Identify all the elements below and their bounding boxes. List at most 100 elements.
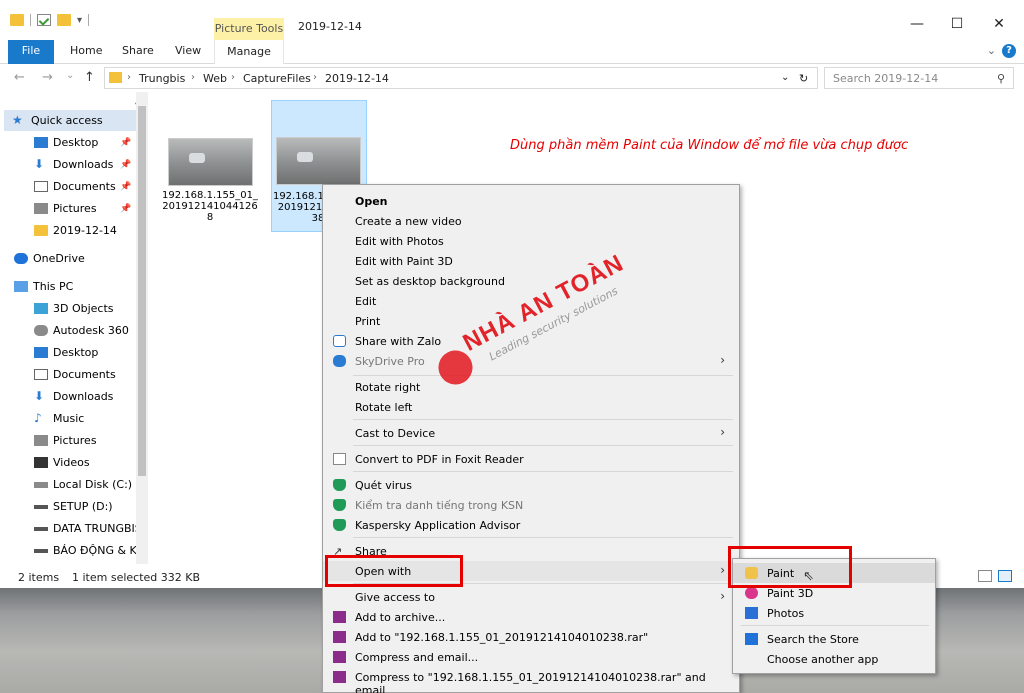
menu-item-kaspersky-advisor[interactable]: Kaspersky Application Advisor bbox=[323, 515, 739, 535]
menu-item-skydrive-pro[interactable]: SkyDrive Pro › bbox=[323, 351, 739, 371]
nav-item-label: Local Disk (C:) bbox=[53, 478, 133, 491]
menu-item-add-to-rar[interactable]: Add to "192.168.1.155_01_201912141040102… bbox=[323, 627, 739, 647]
up-arrow-icon[interactable]: ↑ bbox=[84, 70, 95, 85]
close-button[interactable]: ✕ bbox=[984, 16, 1014, 32]
menu-label: Convert to PDF in Foxit Reader bbox=[355, 453, 524, 466]
menu-label: Rotate right bbox=[355, 381, 421, 394]
nav-item-onedrive[interactable]: OneDrive bbox=[14, 248, 150, 269]
nav-item-label: DATA TRUNGBIS bbox=[53, 522, 142, 535]
properties-icon[interactable] bbox=[37, 14, 51, 26]
file-name[interactable]: 192.168.1.155_01_ 201912141044126 8 bbox=[162, 190, 258, 223]
nav-item-label: This PC bbox=[33, 280, 74, 293]
refresh-icon[interactable]: ↻ bbox=[799, 72, 808, 85]
breadcrumb-2019-12-14[interactable]: 2019-12-14 bbox=[325, 72, 389, 85]
nav-item-label: 3D Objects bbox=[53, 302, 114, 315]
file-name-line: 8 bbox=[206, 212, 214, 223]
kaspersky-shield-icon bbox=[333, 499, 346, 511]
menu-item-convert-pdf[interactable]: Convert to PDF in Foxit Reader bbox=[323, 449, 739, 469]
nav-item-quick-access[interactable]: ★ Quick access bbox=[4, 110, 136, 131]
menu-item-scan-virus[interactable]: Quét virus bbox=[323, 475, 739, 495]
download-icon: ⬇ bbox=[34, 389, 45, 403]
scrollbar-thumb[interactable] bbox=[138, 106, 146, 476]
open-with-search-store[interactable]: Search the Store bbox=[733, 629, 935, 649]
search-placeholder: Search 2019-12-14 bbox=[833, 72, 939, 85]
address-dropdown-icon[interactable]: ⌄ bbox=[781, 72, 789, 83]
menu-divider bbox=[353, 375, 733, 376]
nav-item-label: Autodesk 360 bbox=[53, 324, 129, 337]
menu-label: Open bbox=[355, 195, 388, 208]
breadcrumb-separator-icon: › bbox=[313, 72, 317, 83]
file-name[interactable]: 192.168.1. 2019121 38 bbox=[270, 191, 330, 224]
submenu-arrow-icon: › bbox=[720, 353, 725, 367]
file-thumbnail[interactable] bbox=[276, 137, 361, 185]
recent-locations-icon[interactable]: ⌄ bbox=[66, 70, 74, 81]
tab-manage[interactable]: Manage bbox=[214, 40, 284, 64]
tab-view[interactable]: View bbox=[175, 44, 201, 57]
foxit-icon bbox=[333, 453, 346, 465]
back-arrow-icon[interactable]: ← bbox=[14, 70, 25, 85]
menu-label: Kaspersky Application Advisor bbox=[355, 519, 521, 532]
title-bar: ▾ Picture Tools 2019-12-14 — ☐ ✕ bbox=[0, 0, 1024, 40]
address-bar[interactable]: › Trungbis › Web › CaptureFiles › 2019-1… bbox=[104, 67, 818, 89]
folder-icon bbox=[34, 225, 48, 236]
nav-item-label: Downloads bbox=[53, 390, 114, 403]
menu-item-add-archive[interactable]: Add to archive... bbox=[323, 607, 739, 627]
menu-item-edit-photos[interactable]: Edit with Photos bbox=[323, 231, 739, 251]
quick-access-toolbar: ▾ bbox=[10, 14, 95, 26]
forward-arrow-icon[interactable]: → bbox=[42, 70, 53, 85]
file-thumbnail[interactable] bbox=[168, 138, 253, 186]
menu-label: Search the Store bbox=[767, 633, 859, 646]
nav-item-this-pc[interactable]: This PC bbox=[14, 276, 150, 297]
nav-item-label: Desktop bbox=[53, 346, 99, 359]
menu-label: Edit with Photos bbox=[355, 235, 444, 248]
maximize-button[interactable]: ☐ bbox=[942, 16, 972, 32]
minimize-button[interactable]: — bbox=[902, 16, 932, 32]
menu-item-open[interactable]: Open bbox=[323, 191, 739, 211]
menu-item-set-desktop-bg[interactable]: Set as desktop background bbox=[323, 271, 739, 291]
breadcrumb-capturefiles[interactable]: CaptureFiles bbox=[243, 72, 311, 85]
winrar-icon bbox=[333, 611, 346, 623]
highlight-open-with bbox=[325, 555, 463, 587]
menu-item-cast-to-device[interactable]: Cast to Device › bbox=[323, 423, 739, 443]
help-icon[interactable]: ? bbox=[1002, 44, 1016, 58]
paint-3d-icon bbox=[745, 587, 758, 599]
menu-item-ksn-check[interactable]: Kiểm tra danh tiếng trong KSN bbox=[323, 495, 739, 515]
menu-item-compress-email[interactable]: Compress and email... bbox=[323, 647, 739, 667]
breadcrumb-trungbis[interactable]: Trungbis bbox=[139, 72, 185, 85]
expand-ribbon-icon[interactable]: ⌄ bbox=[987, 44, 996, 57]
menu-item-share-zalo[interactable]: Share with Zalo bbox=[323, 331, 739, 351]
tab-home[interactable]: Home bbox=[70, 44, 102, 57]
music-icon: ♪ bbox=[34, 411, 42, 425]
menu-divider bbox=[353, 471, 733, 472]
drive-icon bbox=[34, 504, 48, 509]
nav-item-label: Videos bbox=[53, 456, 90, 469]
menu-item-edit[interactable]: Edit bbox=[323, 291, 739, 311]
open-with-photos[interactable]: Photos bbox=[733, 603, 935, 623]
new-folder-icon[interactable] bbox=[57, 14, 71, 26]
winrar-icon bbox=[333, 651, 346, 663]
menu-divider bbox=[353, 537, 733, 538]
menu-item-edit-paint3d[interactable]: Edit with Paint 3D bbox=[323, 251, 739, 271]
menu-item-rotate-left[interactable]: Rotate left bbox=[323, 397, 739, 417]
tab-share[interactable]: Share bbox=[122, 44, 154, 57]
details-view-icon[interactable] bbox=[978, 570, 992, 582]
tab-file[interactable]: File bbox=[8, 40, 54, 64]
menu-label: Add to "192.168.1.155_01_201912141040102… bbox=[355, 631, 649, 644]
menu-item-rotate-right[interactable]: Rotate right bbox=[323, 377, 739, 397]
breadcrumb-web[interactable]: Web bbox=[203, 72, 227, 85]
ribbon-tabs: File Home Share View Manage bbox=[0, 40, 1024, 64]
nav-item-label: Pictures bbox=[53, 202, 97, 215]
customize-toolbar-icon[interactable]: ▾ bbox=[77, 15, 82, 26]
large-icons-view-icon[interactable] bbox=[998, 570, 1012, 582]
nav-scrollbar[interactable] bbox=[136, 92, 148, 564]
search-input[interactable]: Search 2019-12-14 ⚲ bbox=[824, 67, 1014, 89]
menu-divider bbox=[353, 445, 733, 446]
open-with-choose-app[interactable]: Choose another app bbox=[733, 649, 935, 669]
menu-item-compress-rar-email[interactable]: Compress to "192.168.1.155_01_2019121410… bbox=[323, 667, 739, 693]
menu-item-give-access[interactable]: Give access to › bbox=[323, 587, 739, 607]
selection-info: 1 item selected 332 KB bbox=[72, 571, 201, 584]
menu-item-create-video[interactable]: Create a new video bbox=[323, 211, 739, 231]
submenu-arrow-icon: › bbox=[720, 589, 725, 603]
menu-item-print[interactable]: Print bbox=[323, 311, 739, 331]
breadcrumb-separator-icon: › bbox=[231, 72, 235, 83]
